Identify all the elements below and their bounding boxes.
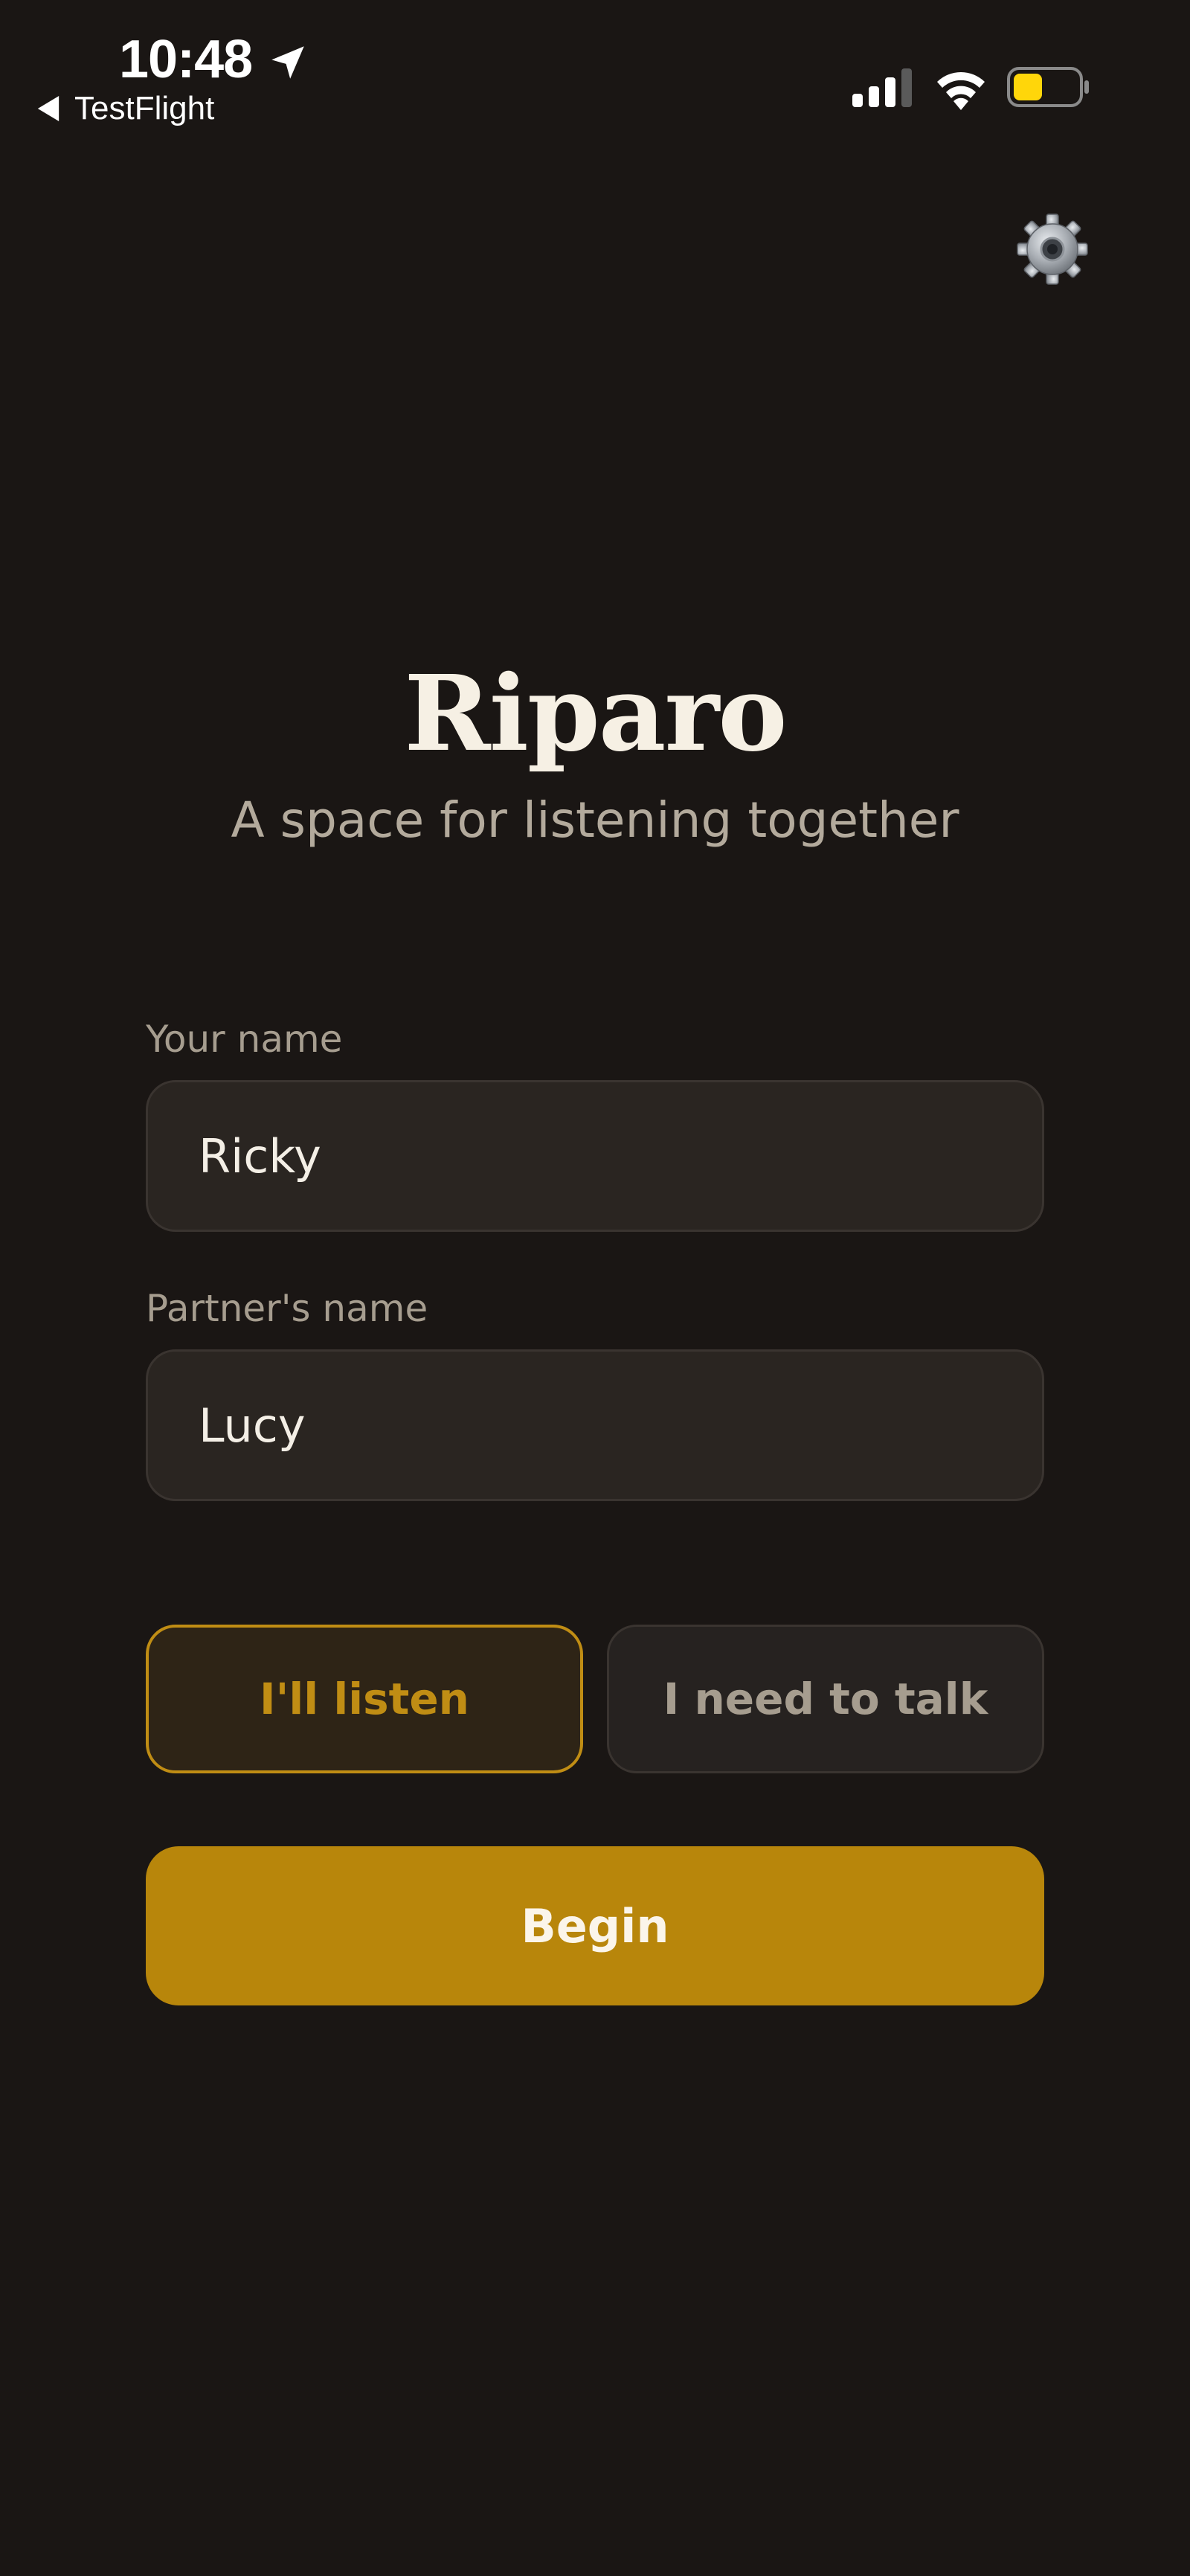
cellular-signal-icon — [852, 68, 912, 107]
your-name-value: Ricky — [199, 1128, 321, 1183]
partner-name-field[interactable]: Lucy — [146, 1349, 1044, 1501]
back-triangle-icon — [37, 96, 60, 121]
status-bar: 10:48 TestFlight — [0, 0, 1190, 126]
role-listen-label: I'll listen — [260, 1674, 469, 1724]
role-talk-label: I need to talk — [663, 1674, 988, 1724]
status-time: 10:48 — [119, 30, 253, 89]
app-title: Riparo — [404, 653, 787, 775]
settings-button[interactable] — [1012, 208, 1093, 290]
role-listen-button[interactable]: I'll listen — [146, 1625, 583, 1773]
back-link-label: TestFlight — [74, 90, 215, 126]
your-name-field[interactable]: Ricky — [146, 1080, 1044, 1232]
partner-name-value: Lucy — [199, 1398, 306, 1453]
your-name-label: Your name — [146, 1018, 343, 1061]
battery-icon — [1007, 67, 1089, 107]
partner-name-label: Partner's name — [146, 1287, 428, 1330]
role-talk-button[interactable]: I need to talk — [607, 1625, 1044, 1773]
wifi-icon — [937, 72, 985, 110]
location-arrow-icon — [271, 46, 304, 79]
begin-button-label: Begin — [521, 1898, 669, 1953]
app-subtitle: A space for listening together — [231, 791, 959, 849]
back-to-testflight-link[interactable]: TestFlight — [37, 92, 214, 125]
gear-icon — [1017, 213, 1088, 285]
begin-button[interactable]: Begin — [146, 1846, 1044, 2005]
